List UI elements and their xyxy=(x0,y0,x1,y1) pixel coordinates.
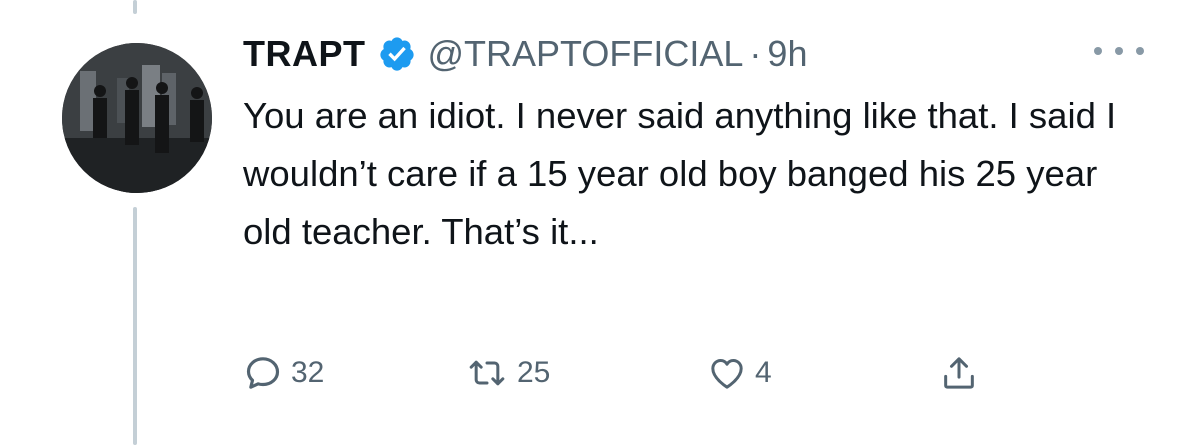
tweet[interactable]: TRAPT @TRAPTOFFICIAL · 9h You are an idi… xyxy=(0,0,1200,445)
tweet-text: You are an idiot. I never said anything … xyxy=(243,95,1117,252)
thread-line-top xyxy=(133,0,137,14)
like-button[interactable]: 4 xyxy=(707,345,772,401)
retweet-button[interactable]: 25 xyxy=(465,345,550,401)
reply-count: 32 xyxy=(291,356,325,389)
like-count: 4 xyxy=(755,356,772,389)
heart-icon xyxy=(707,353,747,393)
retweet-icon xyxy=(465,353,509,393)
thread-line-bottom xyxy=(133,207,137,445)
tweet-actions: 32 25 4 xyxy=(243,345,1043,401)
timestamp[interactable]: 9h xyxy=(767,33,807,75)
retweet-count: 25 xyxy=(517,356,551,389)
share-icon xyxy=(939,353,979,393)
reply-button[interactable]: 32 xyxy=(243,345,324,401)
display-name[interactable]: TRAPT xyxy=(243,33,366,75)
avatar[interactable] xyxy=(62,43,212,193)
handle[interactable]: @TRAPTOFFICIAL xyxy=(428,33,744,75)
more-dot xyxy=(1136,47,1144,55)
reply-icon xyxy=(243,353,283,393)
share-button[interactable] xyxy=(939,345,979,401)
tweet-header: TRAPT @TRAPTOFFICIAL · 9h xyxy=(243,26,807,82)
verified-badge-icon xyxy=(378,35,416,73)
more-options-icon[interactable] xyxy=(1094,40,1144,62)
separator-dot: · xyxy=(749,33,762,74)
more-dot xyxy=(1115,47,1123,55)
more-dot xyxy=(1094,47,1102,55)
avatar-photo xyxy=(62,43,212,193)
